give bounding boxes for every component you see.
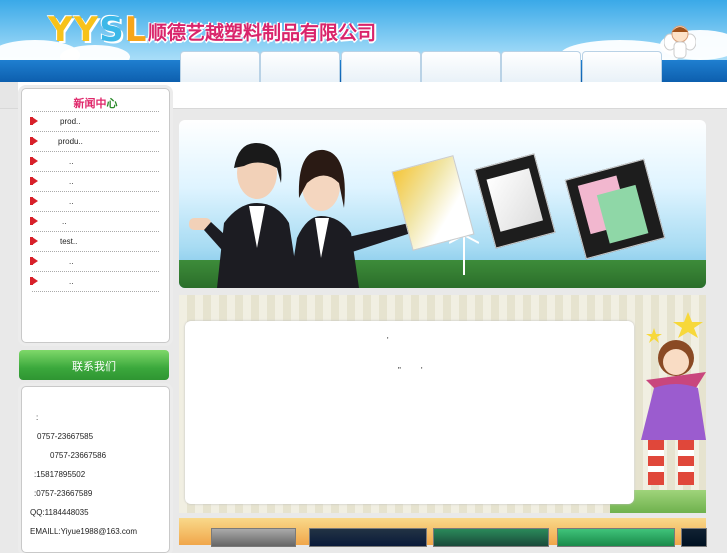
news-item-label[interactable]: .. bbox=[69, 157, 73, 166]
news-title-part: 心 bbox=[106, 97, 118, 110]
contact-us-heading: 联系我们 bbox=[19, 350, 169, 380]
product-thumbnail[interactable] bbox=[557, 528, 675, 547]
news-list-item[interactable]: .. bbox=[30, 251, 159, 271]
logo-letter: Y bbox=[73, 10, 100, 50]
red-arrow-bullet-icon bbox=[30, 277, 38, 285]
red-arrow-bullet-icon bbox=[30, 257, 38, 265]
content-mark: ' bbox=[387, 336, 389, 345]
news-item-label[interactable]: .. bbox=[69, 257, 73, 266]
contact-fax: :0757-23667589 bbox=[34, 489, 93, 498]
nav-tab[interactable] bbox=[341, 51, 421, 83]
content-mark: " bbox=[398, 366, 401, 375]
nav-tab[interactable] bbox=[421, 51, 501, 83]
contact-email[interactable]: EMAILL:Yiyue1988@163.com bbox=[30, 527, 137, 536]
news-list-item[interactable]: .. bbox=[30, 271, 159, 292]
businesswoman-photo bbox=[189, 143, 299, 288]
angel-mascot-icon bbox=[664, 25, 696, 59]
nav-tab[interactable] bbox=[180, 51, 260, 83]
news-item-label[interactable]: produ.. bbox=[58, 137, 83, 146]
contact-qq: QQ:1184448035 bbox=[30, 508, 89, 517]
contact-us-heading-label: 联系我们 bbox=[72, 360, 116, 373]
red-arrow-bullet-icon bbox=[30, 197, 38, 205]
product-thumbnail[interactable] bbox=[211, 528, 296, 547]
news-item-label[interactable]: .. bbox=[69, 177, 73, 186]
logo-letter: Y bbox=[48, 10, 74, 50]
news-list-item[interactable]: prod.. bbox=[30, 111, 159, 131]
news-list-item[interactable]: .. bbox=[30, 171, 159, 191]
content-mark: ' bbox=[421, 366, 423, 375]
product-bag-image bbox=[474, 153, 556, 249]
product-thumbnail[interactable] bbox=[433, 528, 549, 547]
news-item-label[interactable]: .. bbox=[69, 197, 73, 206]
main-content-card: ' " ' bbox=[185, 321, 634, 504]
nav-tab[interactable] bbox=[501, 51, 581, 83]
red-arrow-bullet-icon bbox=[30, 237, 38, 245]
contact-mobile: :15817895502 bbox=[34, 470, 86, 479]
news-list-item[interactable]: .. bbox=[30, 191, 159, 211]
news-center-panel: 新闻中心 prod.. produ.. .. .. .. .. test.. .… bbox=[21, 88, 170, 343]
red-arrow-bullet-icon bbox=[30, 217, 38, 225]
news-list-item[interactable]: .. bbox=[30, 211, 159, 231]
product-bag-image bbox=[564, 158, 666, 260]
news-list-item[interactable]: test.. bbox=[30, 231, 159, 251]
product-thumbnail[interactable] bbox=[681, 528, 707, 547]
news-item-label[interactable]: .. bbox=[62, 217, 66, 226]
cartoon-girl-illustration bbox=[641, 312, 706, 485]
logo-letter: S bbox=[99, 10, 125, 50]
news-list-item[interactable]: .. bbox=[30, 151, 159, 171]
news-title-part: 新闻 bbox=[73, 97, 96, 110]
news-item-label[interactable]: .. bbox=[69, 277, 73, 286]
contact-panel: : 0757-23667585 0757-23667586 :158178955… bbox=[21, 386, 170, 553]
hero-banner-image bbox=[179, 120, 706, 288]
nav-tab[interactable] bbox=[582, 51, 662, 83]
news-item-label[interactable]: prod.. bbox=[60, 117, 80, 126]
red-arrow-bullet-icon bbox=[30, 117, 38, 125]
site-logo[interactable]: YYSL bbox=[48, 10, 147, 50]
news-title-part: 中 bbox=[95, 97, 107, 110]
news-list-item[interactable]: produ.. bbox=[30, 131, 159, 151]
news-center-title: 新闻中心 bbox=[22, 95, 169, 111]
contact-phone-1: 0757-23667585 bbox=[37, 432, 94, 441]
logo-letter: L bbox=[124, 10, 148, 50]
company-name: 顺德艺越塑料制品有限公司 bbox=[148, 22, 377, 44]
contact-line: : bbox=[36, 413, 39, 422]
news-item-label[interactable]: test.. bbox=[60, 237, 77, 246]
red-arrow-bullet-icon bbox=[30, 137, 38, 145]
contact-phone-2: 0757-23667586 bbox=[50, 451, 107, 460]
news-list: prod.. produ.. .. .. .. .. test.. .. .. bbox=[30, 111, 159, 292]
product-thumbnail[interactable] bbox=[309, 528, 427, 547]
red-arrow-bullet-icon bbox=[30, 177, 38, 185]
red-arrow-bullet-icon bbox=[30, 157, 38, 165]
nav-tab[interactable] bbox=[260, 51, 340, 83]
